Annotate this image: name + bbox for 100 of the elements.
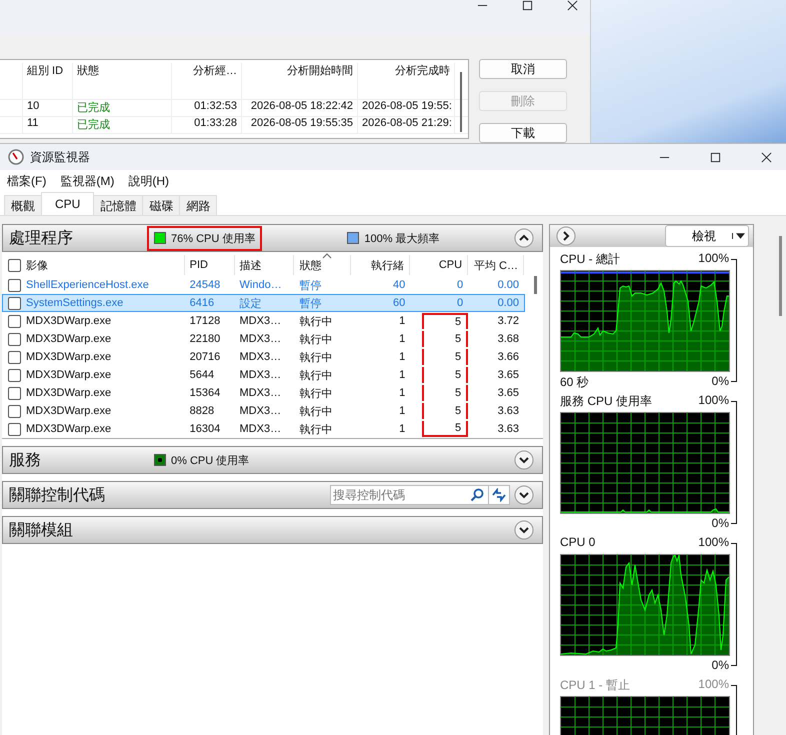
table-cell-text: MDX3…: [238, 368, 282, 383]
column-header[interactable]: 平均 C…: [468, 255, 524, 275]
table-cell: 2026-08-05 19:55:: [358, 100, 455, 116]
table-cell-text: 1: [398, 314, 406, 329]
table-cell: ShellExperienceHost.exe: [3, 277, 185, 293]
chevron-right-icon[interactable]: [556, 226, 576, 246]
table-cell-text: 0: [456, 278, 464, 293]
table-cell-text: 3.68: [496, 332, 520, 347]
table-cell: MDX3DWarp.exe: [3, 349, 185, 365]
table-cell-text: 15364: [188, 386, 222, 401]
column-header[interactable]: PID: [184, 255, 235, 275]
dialog-button[interactable]: 下載: [479, 123, 567, 143]
column-header[interactable]: CPU: [410, 255, 468, 275]
table-cell-text: MDX3…: [238, 314, 282, 329]
close-icon[interactable]: [567, 0, 578, 11]
view-dropdown[interactable]: 檢視: [665, 225, 749, 247]
table-cell-text: 1: [398, 332, 406, 347]
column-header[interactable]: 執行緒: [351, 255, 410, 275]
checkbox[interactable]: [8, 258, 21, 272]
table-cell: 5: [422, 367, 468, 383]
process-row[interactable]: ShellExperienceHost.exe 24548 Windo… 暫停 40 0 0.00: [2, 276, 525, 294]
table-cell-text: 執行中: [298, 386, 334, 401]
close-icon[interactable]: [761, 152, 772, 162]
table-cell-text: 22180: [188, 332, 222, 347]
section-header[interactable]: 處理程序 76% CPU 使用率 100% 最大頻率: [2, 224, 543, 252]
tab[interactable]: 記憶體: [93, 195, 144, 215]
checkbox[interactable]: [8, 332, 21, 346]
table-cell-text: 6416: [188, 296, 216, 311]
dialog-button[interactable]: 取消: [479, 59, 567, 79]
checkbox[interactable]: [8, 386, 21, 400]
process-row[interactable]: MDX3DWarp.exe 22180 MDX3… 執行中 1 5 3.68: [2, 330, 525, 348]
table-cell-text: 0.00: [496, 278, 520, 293]
search-field[interactable]: 搜尋控制代碼: [330, 485, 470, 505]
process-row[interactable]: MDX3DWarp.exe 17128 MDX3… 執行中 1 5 3.72: [2, 312, 525, 330]
table-cell: 5: [422, 331, 468, 347]
tab[interactable]: 概觀: [4, 195, 42, 215]
table-cell: 5: [422, 313, 468, 329]
column-header[interactable]: 分析完成時: [358, 63, 455, 99]
section-title: 關聯模組: [9, 520, 74, 540]
process-row[interactable]: MDX3DWarp.exe 16304 MDX3… 執行中 1 5 3.63: [2, 420, 525, 438]
tab[interactable]: 網路: [179, 195, 218, 215]
column-header[interactable]: 組別 ID: [23, 63, 73, 99]
table-cell-text: 8828: [188, 404, 216, 419]
chevron-icon[interactable]: [514, 485, 534, 505]
section-header[interactable]: 關聯控制代碼 搜尋控制代碼: [2, 481, 543, 509]
maximize-icon[interactable]: [522, 0, 533, 11]
search-icon[interactable]: [470, 485, 488, 505]
checkbox[interactable]: [8, 422, 21, 436]
table-cell: MDX3DWarp.exe: [3, 367, 185, 383]
chevron-icon[interactable]: [514, 228, 534, 248]
graph-title: CPU 0: [560, 535, 596, 550]
menu-item[interactable]: 監視器(M): [60, 172, 114, 190]
table-cell-text: 1: [398, 404, 406, 419]
process-row[interactable]: SystemSettings.exe 6416 設定 暫停 60 0 0.00: [2, 294, 525, 312]
menu-item[interactable]: 說明(H): [128, 172, 169, 190]
checkbox[interactable]: [8, 368, 21, 382]
column-header[interactable]: 狀態: [294, 255, 352, 275]
table-cell: MDX3DWarp.exe: [3, 421, 185, 437]
column-header[interactable]: 影像: [3, 255, 185, 275]
table-cell: 已完成: [73, 117, 172, 133]
table-cell: 01:33:28: [172, 117, 242, 133]
table-cell-text: 3.63: [496, 422, 520, 437]
table-cell-text: 執行中: [298, 332, 334, 347]
table-cell-text: 執行中: [298, 404, 334, 419]
sort-caret-icon: [322, 253, 332, 259]
section-header[interactable]: 關聯模組: [2, 516, 543, 544]
column-header[interactable]: 分析開始時間: [242, 63, 358, 99]
table-cell-text: 0: [456, 296, 464, 311]
table-cell: 5: [422, 403, 468, 419]
process-row[interactable]: MDX3DWarp.exe 5644 MDX3… 執行中 1 5 3.65: [2, 366, 525, 384]
checkbox[interactable]: [8, 404, 21, 418]
chevron-icon[interactable]: [514, 520, 534, 540]
graph-max-label: 100%: [698, 677, 729, 692]
refresh-arrows-icon[interactable]: [488, 485, 510, 505]
process-row[interactable]: MDX3DWarp.exe 8828 MDX3… 執行中 1 5 3.63: [2, 402, 525, 420]
tab[interactable]: 磁碟: [142, 195, 180, 215]
column-header[interactable]: 狀態: [73, 63, 172, 99]
table-cell-text: Windo…: [238, 278, 283, 293]
table-cell: SystemSettings.exe: [3, 295, 185, 311]
section-header[interactable]: 服務 0% CPU 使用率: [2, 446, 543, 474]
table-cell-text: 暫停: [298, 278, 322, 293]
table-cell: 2026-08-05 21:29:: [358, 117, 455, 133]
process-row[interactable]: MDX3DWarp.exe 15364 MDX3… 執行中 1 5 3.65: [2, 384, 525, 402]
table-cell-text: 60: [392, 296, 406, 311]
maximize-icon[interactable]: [710, 152, 721, 162]
process-row[interactable]: MDX3DWarp.exe 20716 MDX3… 執行中 1 5 3.66: [2, 348, 525, 366]
checkbox[interactable]: [8, 350, 21, 364]
menu-item[interactable]: 檔案(F): [7, 172, 46, 190]
column-header[interactable]: 描述: [234, 255, 294, 275]
checkbox[interactable]: [8, 278, 21, 292]
graph-time-label: 60 秒: [560, 374, 589, 389]
column-header[interactable]: 分析經…: [172, 63, 242, 99]
table-cell-text: 3.66: [496, 350, 520, 365]
checkbox[interactable]: [8, 296, 21, 310]
table-cell-text: 5644: [188, 368, 216, 383]
table-cell-text: 40: [392, 278, 406, 293]
chevron-icon[interactable]: [514, 450, 534, 470]
table-cell-text: 執行中: [298, 422, 334, 437]
table-cell: 11: [23, 117, 73, 133]
checkbox[interactable]: [8, 314, 21, 328]
